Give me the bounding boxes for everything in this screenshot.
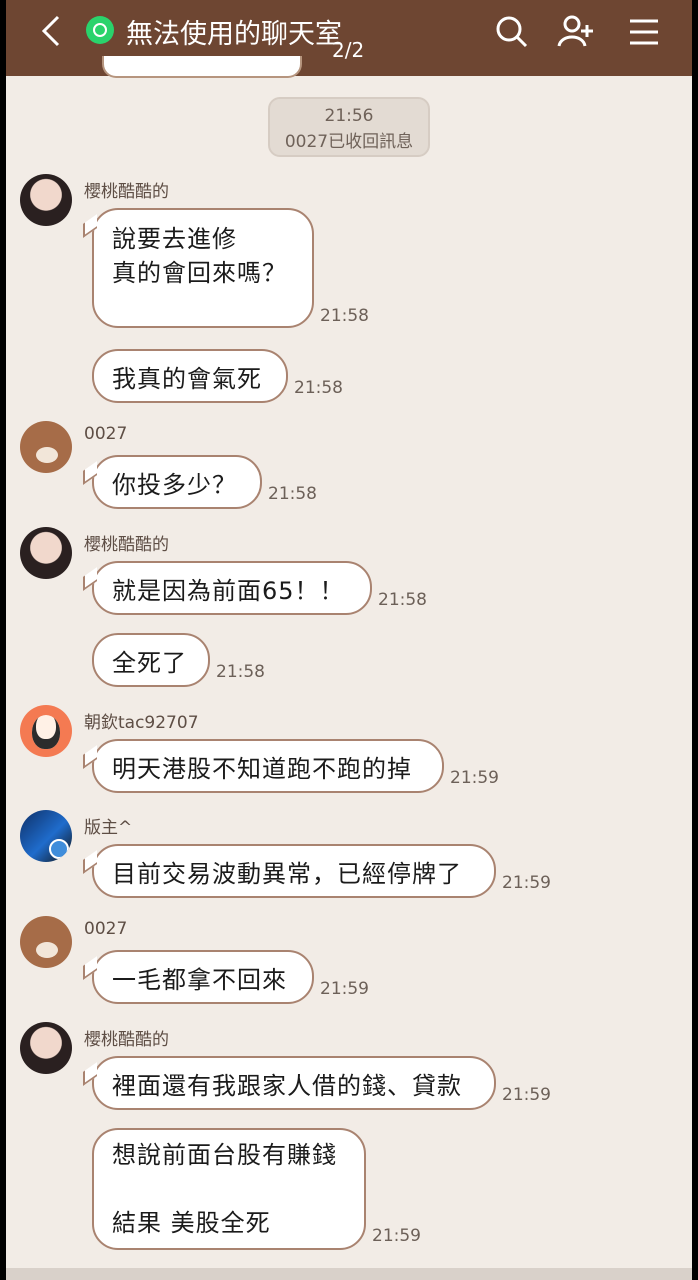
search-icon[interactable] xyxy=(492,12,532,52)
avatar[interactable] xyxy=(20,174,72,226)
bear-avatar[interactable] xyxy=(20,421,72,473)
input-bar-edge xyxy=(6,1268,692,1280)
message-bubble[interactable]: 想說前面台股有賺錢 結果 美股全死 xyxy=(92,1128,366,1250)
add-friend-icon[interactable] xyxy=(556,12,596,52)
back-icon[interactable] xyxy=(36,14,70,48)
message-bubble[interactable]: 你投多少？ xyxy=(92,455,262,509)
menu-icon[interactable] xyxy=(624,12,664,52)
message-bubble[interactable]: 裡面還有我跟家人借的錢、貸款 xyxy=(92,1056,496,1110)
sender-name: 版主^ xyxy=(84,818,133,838)
page-indicator: 2/2 xyxy=(332,38,365,62)
message-time: 21:59 xyxy=(450,768,499,788)
message-bubble[interactable]: 明天港股不知道跑不跑的掉 xyxy=(92,739,444,793)
sender-name: 櫻桃酷酷的 xyxy=(84,1030,169,1050)
message-bubble[interactable]: 說要去進修 真的會回來嗎？ xyxy=(92,208,314,328)
moderator-avatar[interactable] xyxy=(20,810,72,862)
avatar[interactable] xyxy=(20,705,72,757)
sender-name: 0027 xyxy=(84,424,128,444)
system-notice-text: 0027已收回訊息 xyxy=(284,132,414,152)
message-time: 21:59 xyxy=(502,873,551,893)
message-time: 21:59 xyxy=(502,1085,551,1105)
chat-title[interactable]: 無法使用的聊天室 xyxy=(126,12,342,51)
message-bubble[interactable]: 全死了 xyxy=(92,633,210,687)
sender-name: 0027 xyxy=(84,919,128,939)
system-notice-time: 21:56 xyxy=(324,106,374,126)
message-time: 21:58 xyxy=(294,378,343,398)
sender-name: 櫻桃酷酷的 xyxy=(84,535,169,555)
message-bubble[interactable]: 我真的會氣死 xyxy=(92,349,288,403)
message-time: 21:58 xyxy=(320,306,369,326)
open-chat-badge-icon xyxy=(86,16,114,44)
message-bubble[interactable]: 一毛都拿不回來 xyxy=(92,950,314,1004)
previous-message-bubble xyxy=(102,56,302,78)
avatar[interactable] xyxy=(20,1022,72,1074)
message-bubble[interactable]: 目前交易波動異常，已經停牌了 xyxy=(92,844,496,898)
message-time: 21:58 xyxy=(216,662,265,682)
chat-screen: 無法使用的聊天室 2/2 21:56 0027已收回訊息 櫻桃酷酷的 說要去進修… xyxy=(6,0,692,1280)
message-time: 21:59 xyxy=(320,979,369,999)
message-time: 21:58 xyxy=(378,590,427,610)
message-bubble[interactable]: 就是因為前面65！！ xyxy=(92,561,372,615)
message-time: 21:59 xyxy=(372,1226,421,1246)
system-notice: 21:56 0027已收回訊息 xyxy=(268,97,430,157)
sender-name: 朝欽tac92707 xyxy=(84,713,199,733)
message-time: 21:58 xyxy=(268,484,317,504)
sender-name: 櫻桃酷酷的 xyxy=(84,182,169,202)
avatar[interactable] xyxy=(20,527,72,579)
bear-avatar[interactable] xyxy=(20,916,72,968)
